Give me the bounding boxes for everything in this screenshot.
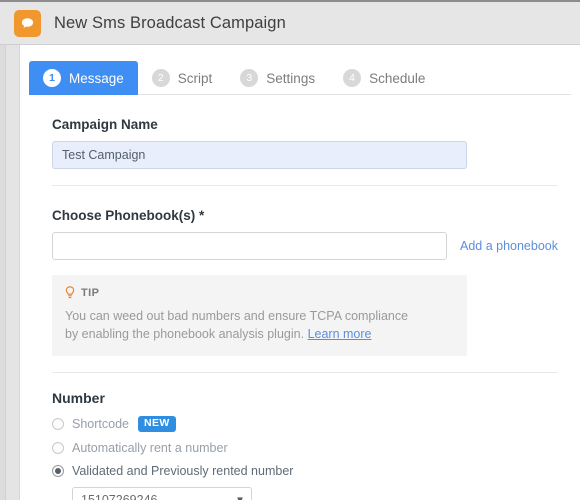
- campaign-name-label: Campaign Name: [52, 117, 158, 132]
- tab-schedule-label: Schedule: [369, 70, 426, 86]
- number-option-auto-rent[interactable]: Automatically rent a number: [52, 441, 558, 455]
- number-option-shortcode[interactable]: Shortcode NEW: [52, 416, 558, 432]
- campaign-window: New Sms Broadcast Campaign 1 Message 2 S…: [0, 0, 580, 500]
- speech-bubble-icon: [14, 9, 41, 37]
- phonebook-label: Choose Phonebook(s) *: [52, 208, 205, 223]
- form-body: Campaign Name Choose Phonebook(s) * Add …: [20, 117, 580, 500]
- number-select-value: 15107269246: [81, 492, 158, 500]
- campaign-name-input[interactable]: [52, 141, 467, 169]
- radio-validated-label: Validated and Previously rented number: [72, 463, 294, 478]
- phonebook-row: Add a phonebook: [52, 232, 558, 260]
- new-badge: NEW: [137, 416, 176, 432]
- radio-auto-rent[interactable]: [52, 441, 64, 454]
- tab-message-number: 1: [43, 69, 61, 87]
- campaign-form-card: 1 Message 2 Script 3 Settings 4 Schedule…: [20, 45, 580, 500]
- tab-script[interactable]: 2 Script: [138, 61, 227, 95]
- divider-2: [52, 372, 558, 373]
- tip-header: TIP: [65, 286, 454, 299]
- tab-settings-number: 3: [240, 69, 259, 87]
- step-tabs: 1 Message 2 Script 3 Settings 4 Schedule: [29, 61, 580, 95]
- tab-script-label: Script: [177, 70, 213, 86]
- number-section-title: Number: [52, 390, 105, 406]
- number-option-validated[interactable]: Validated and Previously rented number: [52, 464, 558, 478]
- tab-schedule[interactable]: 4 Schedule: [329, 61, 439, 95]
- tip-text-line-2: by enabling the phonebook analysis plugi…: [65, 327, 305, 341]
- tab-script-number: 2: [151, 69, 170, 87]
- tip-title: TIP: [81, 286, 100, 299]
- page-gutter: [0, 45, 20, 500]
- radio-auto-rent-label: Automatically rent a number: [72, 440, 228, 455]
- radio-validated[interactable]: [52, 464, 64, 477]
- tab-settings-label: Settings: [266, 70, 316, 86]
- number-select-wrap: 15107269246: [72, 486, 252, 500]
- radio-shortcode-label: Shortcode: [72, 416, 129, 431]
- tab-schedule-number: 4: [343, 69, 362, 87]
- radio-shortcode[interactable]: [52, 417, 64, 430]
- tab-message[interactable]: 1 Message: [29, 61, 138, 95]
- add-phonebook-link[interactable]: Add a phonebook: [460, 239, 558, 253]
- tab-message-label: Message: [69, 70, 124, 86]
- phonebook-input[interactable]: [52, 232, 447, 260]
- tip-box: TIP You can weed out bad numbers and ens…: [52, 275, 467, 356]
- lightbulb-icon: [65, 286, 75, 299]
- window-titlebar: New Sms Broadcast Campaign: [0, 0, 580, 45]
- tip-text: You can weed out bad numbers and ensure …: [65, 307, 415, 343]
- window-title: New Sms Broadcast Campaign: [54, 13, 286, 32]
- number-select[interactable]: 15107269246: [72, 486, 252, 500]
- tip-text-line-1: You can weed out bad numbers and ensure …: [65, 309, 409, 323]
- tip-learn-more-link[interactable]: Learn more: [308, 327, 372, 341]
- tab-settings[interactable]: 3 Settings: [226, 61, 329, 95]
- divider-1: [52, 185, 558, 186]
